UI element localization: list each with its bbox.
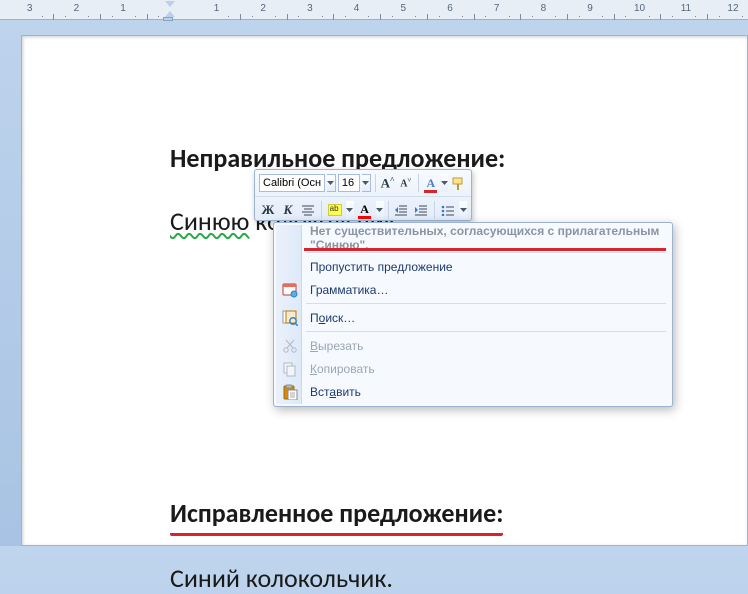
menu-separator — [306, 252, 666, 253]
format-painter-button[interactable] — [450, 173, 467, 193]
copy-icon — [281, 360, 298, 377]
menu-separator — [306, 331, 666, 332]
annotation-underline — [304, 248, 666, 251]
first-line-indent-marker[interactable] — [165, 1, 175, 7]
menu-item-label: Вырезать — [310, 339, 363, 353]
bold-button[interactable]: Ж — [259, 200, 277, 220]
menu-item-grammar[interactable]: Грамматика… — [276, 278, 670, 301]
book-icon — [281, 281, 298, 298]
mini-toolbar: A˄ A˅ A Ж К A — [254, 169, 472, 221]
menu-item-label: Копировать — [310, 362, 375, 376]
font-size-dropdown[interactable] — [362, 174, 371, 192]
highlight-button[interactable] — [326, 200, 344, 220]
menu-item-skip-sentence[interactable]: Пропустить предложение — [276, 255, 670, 278]
separator — [375, 174, 376, 192]
highlight-icon — [328, 204, 342, 216]
separator — [388, 201, 389, 219]
styles-dropdown[interactable] — [441, 174, 448, 192]
menu-separator — [306, 303, 666, 304]
italic-button[interactable]: К — [279, 200, 297, 220]
grow-font-button[interactable]: A˄ — [380, 173, 396, 193]
sentence-corrected: Синий колокольчик. — [170, 564, 730, 593]
decrease-indent-button[interactable] — [392, 200, 410, 220]
styles-button[interactable]: A — [423, 173, 439, 193]
menu-item-paste[interactable]: Вставить — [276, 380, 670, 403]
grammar-error-word[interactable]: Синюю — [170, 207, 249, 238]
grammar-explanation: Нет существительных, согласующихся с при… — [276, 226, 670, 250]
shrink-font-button[interactable]: A˅ — [398, 173, 414, 193]
menu-item-label: Поиск… — [310, 311, 355, 325]
heading-corrected: Исправленное предложение: — [170, 497, 503, 530]
left-indent-marker[interactable] — [163, 17, 173, 21]
font-name-dropdown[interactable] — [327, 174, 336, 192]
bullets-button[interactable] — [439, 200, 457, 220]
separator — [321, 201, 322, 219]
bullets-dropdown[interactable] — [459, 201, 467, 219]
font-color-button[interactable]: A — [356, 200, 374, 220]
separator — [418, 174, 419, 192]
search-icon — [281, 309, 298, 326]
font-size-input[interactable] — [338, 174, 360, 192]
font-color-dropdown[interactable] — [376, 201, 384, 219]
highlight-dropdown[interactable] — [346, 201, 354, 219]
menu-item-search[interactable]: Поиск… — [276, 306, 670, 329]
menu-item-label: Вставить — [310, 385, 361, 399]
paste-icon — [281, 383, 298, 400]
menu-item-cut: Вырезать — [276, 334, 670, 357]
horizontal-ruler: 321123456789101112 — [0, 0, 748, 20]
separator — [434, 201, 435, 219]
increase-indent-button[interactable] — [412, 200, 430, 220]
center-align-button[interactable] — [299, 200, 317, 220]
menu-item-copy: Копировать — [276, 357, 670, 380]
font-name-input[interactable] — [259, 174, 325, 192]
grammar-context-menu: Нет существительных, согласующихся с при… — [273, 222, 673, 407]
cut-icon — [281, 337, 298, 354]
